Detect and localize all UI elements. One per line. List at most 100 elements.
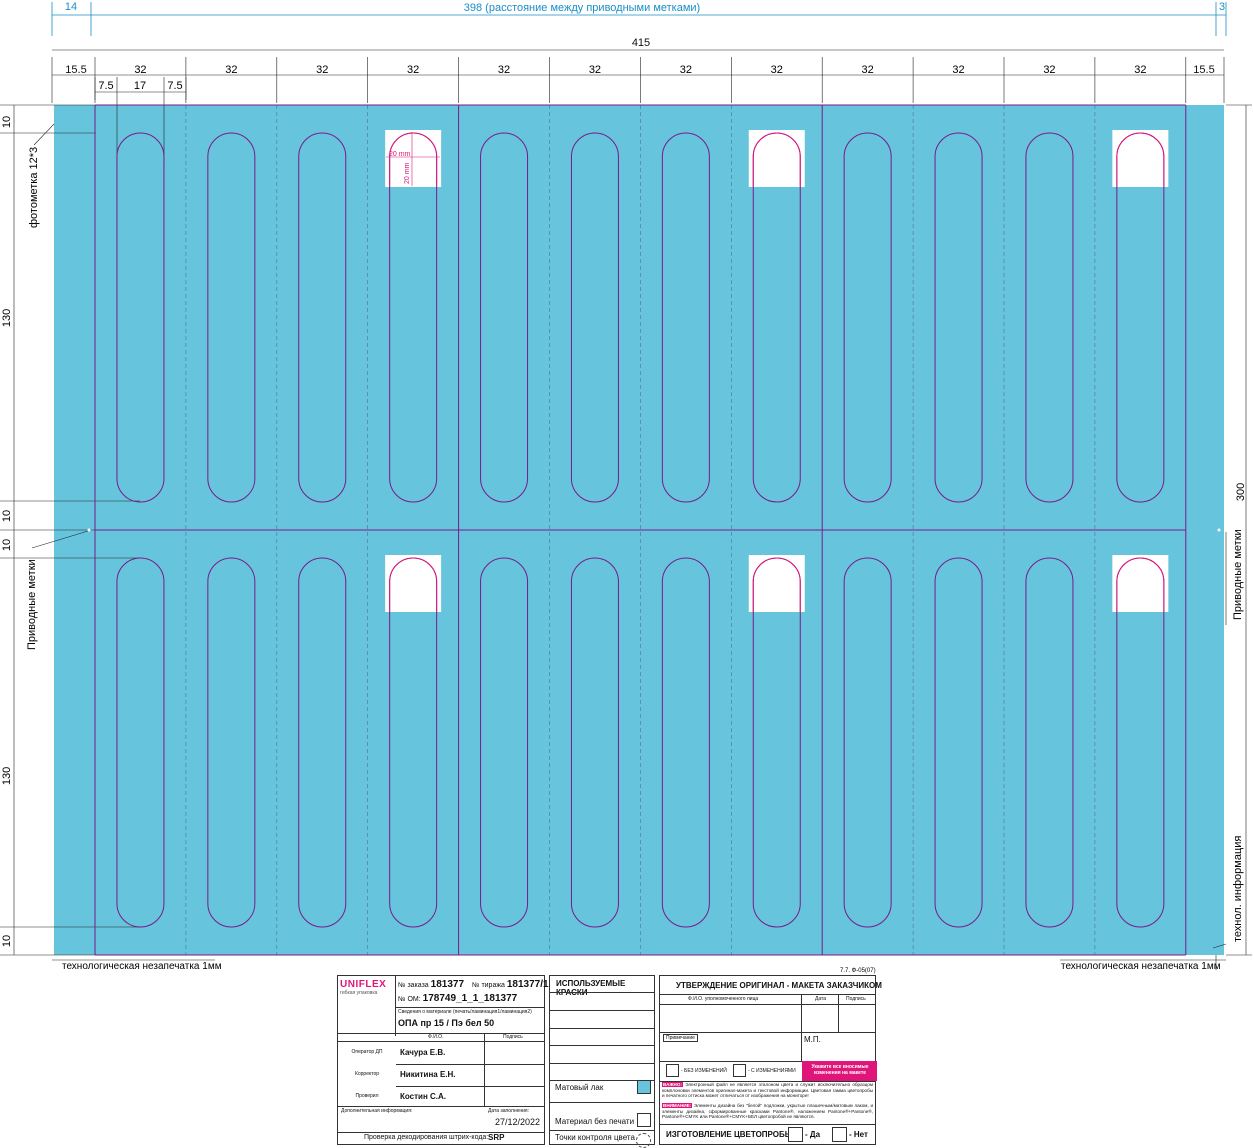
fill-date: 27/12/2022 (495, 1117, 541, 1127)
window-width-label: 20 mm (389, 151, 411, 158)
material-caption: Сведения о материале (печать/ламинация1/… (398, 1009, 532, 1015)
left-dim-2: 130 (1, 309, 13, 327)
lane-width-label: 32 (862, 64, 874, 76)
photomark-label: фотометка 12*3 (28, 147, 40, 228)
inks-title: ИСПОЛЬЗУЕМЫЕ КРАСКИ (556, 979, 626, 997)
left-dim-3: 10 (1, 510, 13, 522)
proof-label: ИЗГОТОВЛЕНИЕ ЦВЕТОПРОБЫ: (666, 1130, 796, 1139)
stamp-label: М.П. (804, 1035, 821, 1044)
unprinted-left-label: технологическая незапечатка 1мм (62, 961, 222, 972)
no-changes-label: - БЕЗ ИЗМЕНЕНИЙ (681, 1068, 727, 1074)
left-dim-6: 10 (1, 935, 13, 947)
important-text: Электронный файл не является эталоном цв… (662, 1082, 873, 1099)
notes-label: Примечание (663, 1034, 698, 1042)
window-cutout (385, 130, 442, 187)
no-changes-checkbox[interactable] (666, 1064, 679, 1077)
margin-right-label: 15.5 (1193, 64, 1214, 76)
col-sign-header: Подпись (503, 1034, 523, 1040)
staff-role: Оператор ДП (351, 1049, 383, 1055)
window-cutout (1112, 555, 1169, 612)
unprinted-right-label: технологическая незапечатка 1мм (1061, 961, 1221, 972)
staff-name: Никитина Е.Н. (400, 1070, 456, 1079)
matte-varnish-label: Матовый лак (555, 1083, 604, 1092)
drive-mark-right (1217, 528, 1221, 532)
margin-left-label: 15.5 (65, 64, 86, 76)
matte-varnish-swatch (637, 1080, 651, 1094)
right-offset-label: 3 (1219, 1, 1225, 13)
om-label: № ОМ: (398, 996, 421, 1003)
color-control-label: Точки контроля цвета (555, 1133, 635, 1142)
no-print-material-label: Материал без печати (555, 1117, 635, 1126)
left-dim-5: 130 (1, 767, 13, 785)
lane-width-label: 32 (498, 64, 510, 76)
barcode-value: SRP (488, 1133, 505, 1142)
photomark-leader (33, 123, 55, 146)
col-person-header: Ф.И.О. уполномоченного лица (688, 996, 759, 1002)
left-dim-4: 10 (1, 539, 13, 551)
run-no: 181377/1 (506, 979, 549, 990)
window-cutout (1112, 130, 1169, 187)
small-dim-3: 7.5 (167, 80, 182, 92)
order-no: 181377 (430, 979, 465, 990)
drive-marks-left-label: Приводные метки (26, 559, 38, 650)
important-tag: ВАЖНО: (662, 1082, 683, 1087)
lane-width-label: 32 (771, 64, 783, 76)
uniflex-logo: UNIFLEX гибкая упаковка (340, 979, 394, 996)
layout-drawing: 14 398 (расстояние между приводными метк… (0, 1, 1252, 974)
barcode-check-label: Проверка декодирования штрих-кода: (364, 1134, 489, 1141)
staff-role: Корректор (354, 1071, 380, 1077)
col-sign-header: Подпись (846, 996, 866, 1002)
no-print-material-swatch (637, 1113, 651, 1127)
lane-width-label: 32 (952, 64, 964, 76)
lane-width-label: 32 (680, 64, 692, 76)
small-dim-2: 17 (134, 80, 146, 92)
logo-sub: гибкая упаковка (340, 990, 378, 996)
window-height-label: 20 mm (404, 162, 411, 184)
proof-no-checkbox[interactable] (832, 1127, 847, 1142)
proof-yes-label: - Да (805, 1130, 821, 1139)
lane-width-label: 32 (1043, 64, 1055, 76)
window-cutout (748, 555, 805, 612)
right-height-label: 300 (1235, 483, 1247, 501)
lane-width-label: 32 (407, 64, 419, 76)
extra-info-label: Дополнительная информация: (341, 1108, 413, 1114)
order-info-panel: UNIFLEX гибкая упаковка № заказа 181377 … (337, 975, 549, 1145)
pitch-label: 398 (расстояние между приводными метками… (464, 2, 700, 14)
staff-name: Качура Е.В. (400, 1048, 446, 1057)
attention-tag: ВНИМАНИЕ: (662, 1103, 693, 1108)
specify-changes-text: Укажите все вносимые изменения на макете (811, 1064, 869, 1076)
window-cutout (748, 130, 805, 187)
col-date-header: Дата (815, 996, 827, 1002)
with-changes-checkbox[interactable] (733, 1064, 746, 1077)
color-control-circle (636, 1133, 651, 1148)
lane-width-label: 32 (316, 64, 328, 76)
tech-info-label: технол. информация (1232, 836, 1244, 942)
form-code: 7.7. Ф-05(07) (840, 968, 876, 974)
om-no: 178749_1_1_181377 (422, 993, 518, 1004)
lane-width-label: 32 (134, 64, 146, 76)
approval-panel: УТВЕРЖДЕНИЕ ОРИГИНАЛ - МАКЕТА ЗАКАЗЧИКОМ… (659, 975, 882, 1145)
drive-marks-right-label: Приводные метки (1232, 529, 1244, 620)
lane-width-label: 32 (225, 64, 237, 76)
left-offset-label: 14 (65, 1, 77, 13)
run-no-label: № тиража (471, 982, 505, 989)
lane-width-label: 32 (589, 64, 601, 76)
approval-title: УТВЕРЖДЕНИЕ ОРИГИНАЛ - МАКЕТА ЗАКАЗЧИКОМ (676, 981, 882, 990)
staff-name: Костин С.А. (400, 1092, 447, 1101)
small-dim-1: 7.5 (98, 80, 113, 92)
drive-mark-left (87, 528, 91, 532)
fill-date-label: Дата заполнения: (488, 1108, 530, 1114)
material-value: ОПА пр 15 / Пэ бел 50 (398, 1018, 495, 1028)
attention-text: Элементы дизайна без "белой" подложки, у… (662, 1103, 874, 1120)
order-no-label: № заказа (398, 982, 429, 989)
staff-role: Проверил (355, 1093, 379, 1099)
total-width-label: 415 (632, 37, 650, 49)
left-dim-1: 10 (1, 116, 13, 128)
lane-width-label: 32 (1134, 64, 1146, 76)
logo-text: UNIFLEX (340, 979, 387, 990)
col-name-header: Ф.И.О. (428, 1034, 444, 1040)
window-cutout (385, 555, 442, 612)
proof-yes-checkbox[interactable] (788, 1127, 803, 1142)
proof-no-label: - Нет (849, 1130, 868, 1139)
with-changes-label: - С ИЗМЕНЕНИЯМИ (748, 1068, 796, 1074)
